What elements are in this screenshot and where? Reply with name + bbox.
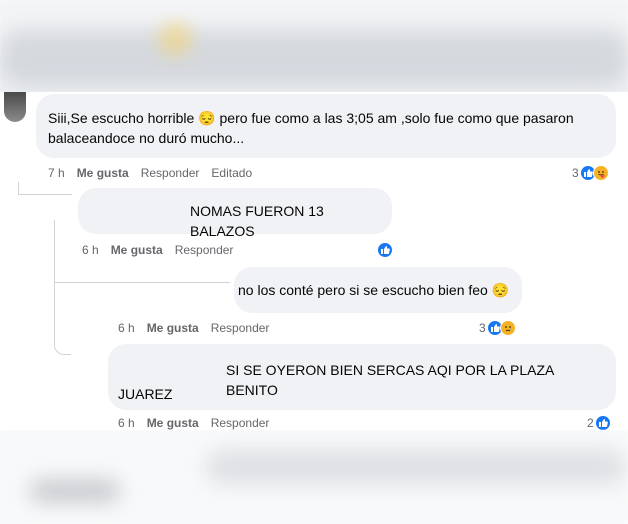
- avatar[interactable]: [4, 92, 26, 122]
- comment-text-line-2: JUAREZ: [118, 386, 173, 402]
- comment-bubble: Siii,Se escucho horrible 😔 pero fue como…: [36, 94, 616, 158]
- comment-bubble: SI SE OYERON BIEN SERCAS AQI POR LA PLAZ…: [108, 344, 616, 410]
- comment-timestamp[interactable]: 6 h: [118, 416, 135, 430]
- blurred-name: [30, 480, 120, 502]
- reply-button[interactable]: Responder: [211, 321, 270, 335]
- blurred-comment-bubble: [206, 450, 626, 484]
- blurred-top-area: [0, 0, 628, 92]
- comment-actions: 6 h Me gusta Responder: [82, 243, 233, 257]
- like-button[interactable]: Me gusta: [147, 416, 199, 430]
- thread-line: [54, 220, 55, 282]
- comment-timestamp[interactable]: 6 h: [82, 243, 99, 257]
- reaction-count: 3: [572, 166, 579, 180]
- reply-button[interactable]: Responder: [175, 243, 234, 257]
- like-icon: [594, 415, 611, 430]
- like-button[interactable]: Me gusta: [77, 166, 129, 180]
- like-button[interactable]: Me gusta: [147, 321, 199, 335]
- thread-line: [54, 282, 230, 283]
- comment-thread: Siii,Se escucho horrible 😔 pero fue como…: [0, 92, 628, 430]
- comment-text-line: balaceandoce no duró mucho...: [48, 130, 245, 146]
- thread-line: [18, 182, 19, 194]
- blurred-bottom-area: [0, 430, 628, 524]
- reaction-summary[interactable]: 3: [479, 320, 516, 336]
- comment-bubble: no los conté pero si se escucho bien feo…: [234, 267, 522, 313]
- reply-button[interactable]: Responder: [211, 416, 270, 430]
- comment-text-line: SI SE OYERON BIEN SERCAS AQI POR LA PLAZ…: [226, 362, 554, 398]
- comment-timestamp[interactable]: 6 h: [118, 321, 135, 335]
- reaction-summary[interactable]: 3: [572, 165, 609, 181]
- edited-label[interactable]: Editado: [211, 166, 252, 180]
- comment-text-line: Siii,Se escucho horrible 😔 pero fue como…: [48, 110, 574, 126]
- like-icon: [377, 242, 393, 258]
- blurred-comment-bubble: [0, 30, 628, 86]
- comment-text-line: no los conté pero si se escucho bien feo…: [238, 282, 510, 298]
- blurred-emoji: [158, 22, 192, 56]
- reaction-summary[interactable]: 2: [587, 415, 611, 430]
- care-icon: [592, 165, 609, 181]
- comment-actions: 7 h Me gusta Responder Editado: [48, 166, 252, 180]
- reaction-count: 2: [587, 416, 594, 430]
- sad-icon: [499, 320, 516, 336]
- reaction-count: 3: [479, 321, 486, 335]
- thread-line: [54, 282, 71, 355]
- comment-actions: 6 h Me gusta Responder: [118, 416, 269, 430]
- like-button[interactable]: Me gusta: [111, 243, 163, 257]
- comment-text-line: NOMAS FUERON 13 BALAZOS: [190, 203, 324, 239]
- reaction-summary[interactable]: [376, 242, 393, 258]
- reply-button[interactable]: Responder: [141, 166, 200, 180]
- comment-actions: 6 h Me gusta Responder: [118, 321, 269, 335]
- comment-timestamp[interactable]: 7 h: [48, 166, 65, 180]
- comment-bubble: NOMAS FUERON 13 BALAZOS: [78, 188, 392, 239]
- thread-line: [18, 194, 72, 195]
